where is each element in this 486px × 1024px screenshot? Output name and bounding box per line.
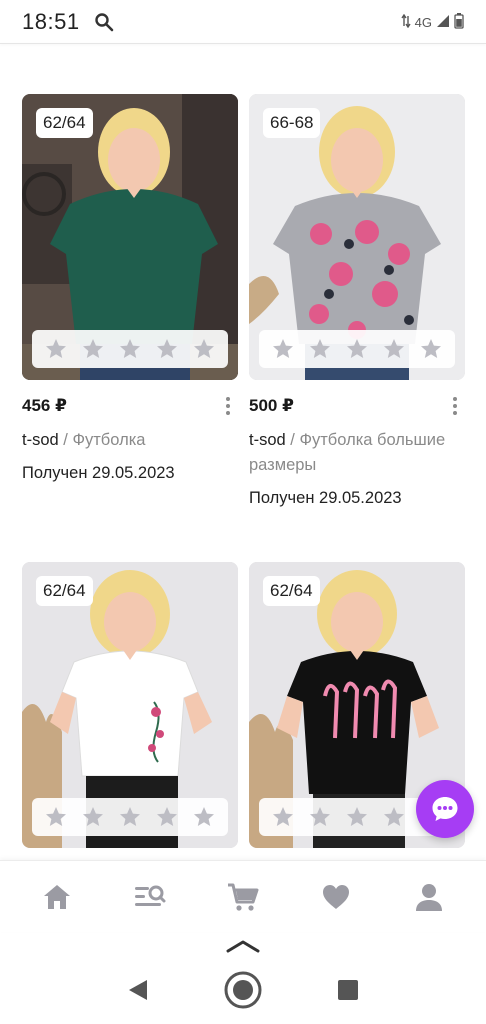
recents-icon[interactable] — [337, 979, 359, 1006]
catalog-search-icon[interactable] — [125, 872, 175, 922]
profile-icon[interactable] — [404, 872, 454, 922]
star-icon[interactable] — [81, 805, 105, 829]
chat-bubble-icon — [432, 797, 458, 821]
product-card[interactable]: 62/64 — [22, 562, 238, 848]
rating-stars[interactable] — [259, 330, 455, 368]
product-title[interactable]: t-sod / Футболка большие размеры — [249, 428, 465, 478]
star-icon[interactable] — [308, 805, 332, 829]
more-options-icon[interactable] — [445, 394, 465, 418]
size-badge: 66-68 — [263, 108, 321, 138]
brand-separator: / — [285, 431, 300, 449]
star-icon[interactable] — [419, 337, 443, 361]
size-badge: 62/64 — [36, 108, 93, 138]
product-brand: t-sod — [22, 431, 59, 449]
product-price: 456 ₽ — [22, 396, 67, 415]
chevron-up-icon[interactable] — [225, 936, 261, 956]
product-title[interactable]: t-sod / Футболка — [22, 428, 238, 453]
search-icon — [94, 12, 114, 32]
home-circle-icon[interactable] — [223, 970, 263, 1015]
product-image[interactable]: 66-68 — [249, 94, 465, 380]
product-image[interactable]: 62/64 — [22, 94, 238, 380]
signal-icon — [436, 14, 450, 31]
size-badge: 62/64 — [263, 576, 320, 606]
star-icon[interactable] — [345, 805, 369, 829]
star-icon[interactable] — [345, 337, 369, 361]
product-card[interactable]: 66-68 500 ₽ t-sod / Футболка большие раз… — [249, 94, 465, 508]
status-time: 18:51 — [22, 9, 80, 34]
rating-stars[interactable] — [32, 798, 228, 836]
battery-icon — [454, 12, 464, 32]
star-icon[interactable] — [44, 805, 68, 829]
price-row: 456 ₽ — [22, 394, 238, 418]
back-icon[interactable] — [127, 978, 149, 1007]
star-icon[interactable] — [155, 337, 179, 361]
chat-button[interactable] — [416, 780, 474, 838]
star-icon[interactable] — [81, 337, 105, 361]
status-indicators: 4G — [401, 12, 464, 32]
home-icon[interactable] — [32, 872, 82, 922]
product-card[interactable]: 62/64 456 ₽ t-sod / Футболка Получен 29.… — [22, 94, 238, 483]
star-icon[interactable] — [192, 805, 216, 829]
star-icon[interactable] — [118, 805, 142, 829]
star-icon[interactable] — [271, 337, 295, 361]
bottom-navigation — [0, 860, 486, 932]
product-grid[interactable]: 62/64 456 ₽ t-sod / Футболка Получен 29.… — [0, 44, 486, 860]
product-price: 500 ₽ — [249, 396, 294, 415]
product-category: Футболка — [72, 431, 146, 449]
star-icon[interactable] — [271, 805, 295, 829]
price-row: 500 ₽ — [249, 394, 465, 418]
more-options-icon[interactable] — [218, 394, 238, 418]
product-brand: t-sod — [249, 431, 286, 449]
star-icon[interactable] — [155, 805, 179, 829]
star-icon[interactable] — [308, 337, 332, 361]
favorites-heart-icon[interactable] — [311, 872, 361, 922]
product-image[interactable]: 62/64 — [22, 562, 238, 848]
rating-stars[interactable] — [32, 330, 228, 368]
received-date: Получен 29.05.2023 — [249, 489, 402, 507]
star-icon[interactable] — [44, 337, 68, 361]
status-bar: 18:51 4G — [0, 0, 486, 44]
cart-icon[interactable] — [218, 872, 268, 922]
brand-separator: / — [58, 431, 73, 449]
data-arrows-icon — [401, 13, 411, 31]
star-icon[interactable] — [192, 337, 216, 361]
system-navigation — [0, 960, 486, 1024]
star-icon[interactable] — [382, 805, 406, 829]
size-badge: 62/64 — [36, 576, 93, 606]
star-icon[interactable] — [118, 337, 142, 361]
received-date: Получен 29.05.2023 — [22, 464, 175, 482]
network-type: 4G — [414, 14, 432, 30]
star-icon[interactable] — [382, 337, 406, 361]
